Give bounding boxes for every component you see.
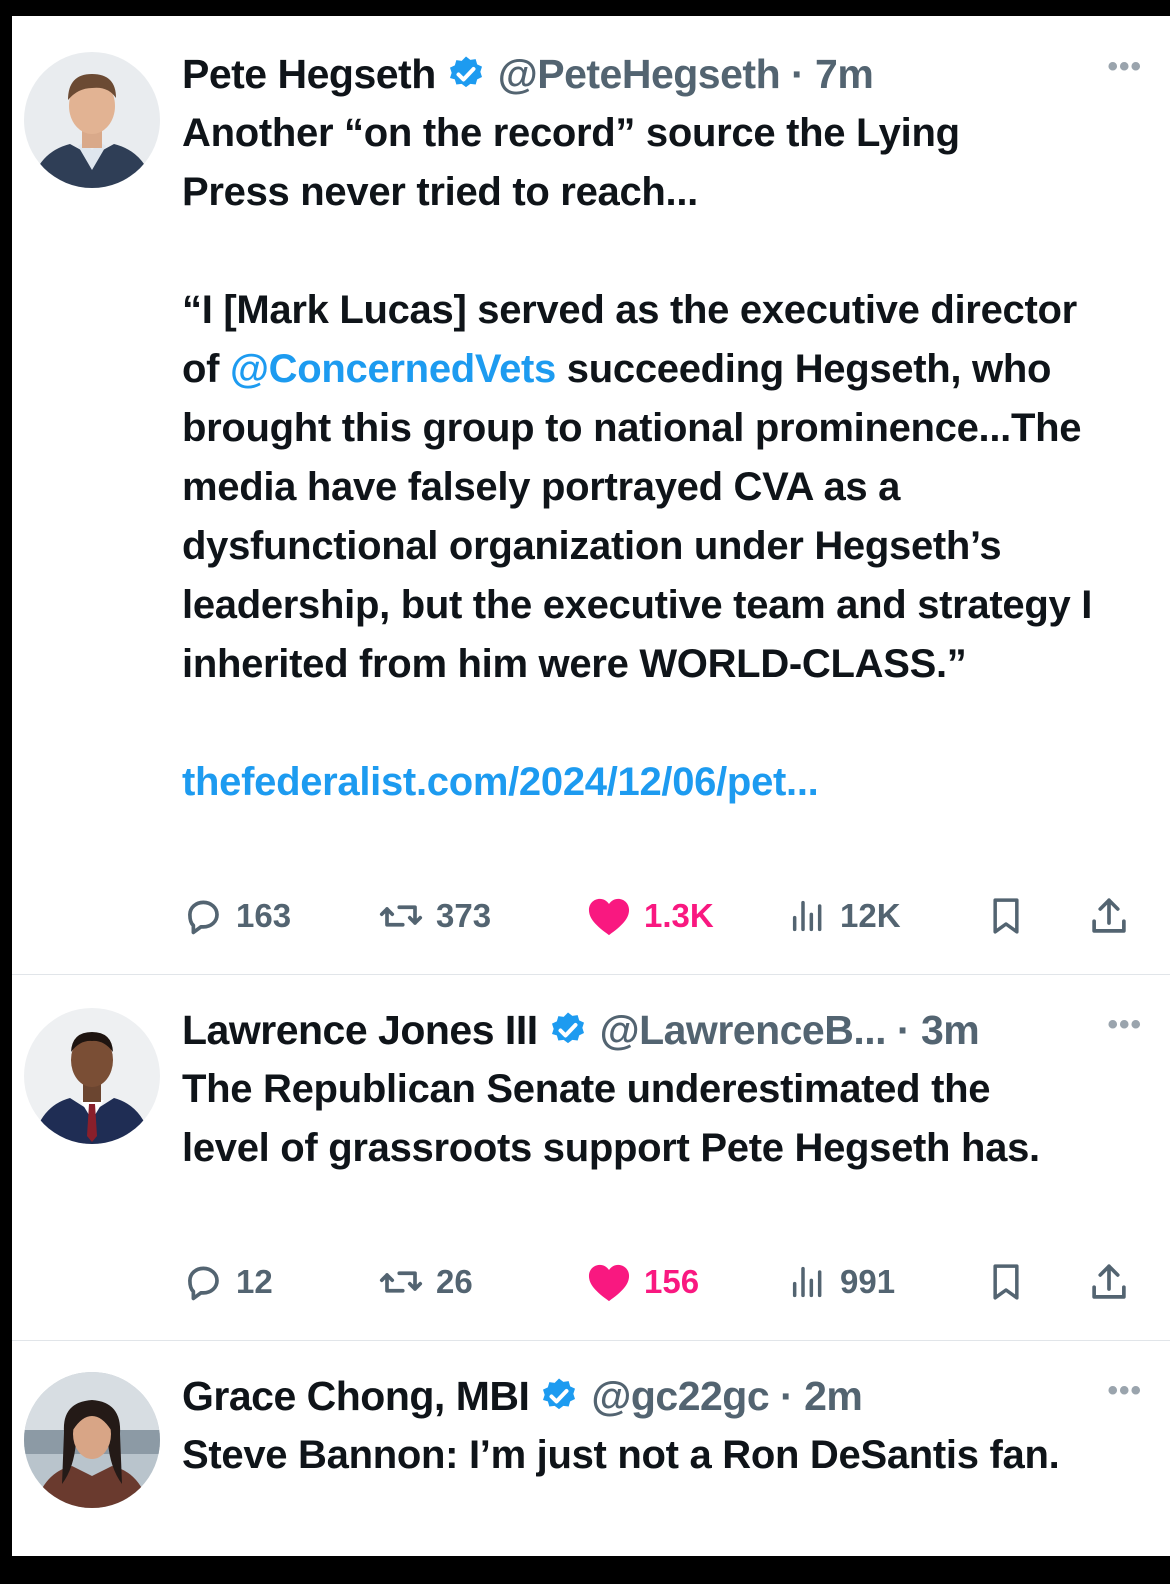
views-button[interactable]: 991 <box>788 1258 895 1306</box>
quoted-statement: “I [Mark Lucas] served as the executive … <box>182 281 1102 694</box>
tweet-text: Steve Bannon: I’m just not a Ron DeSanti… <box>182 1433 1060 1477</box>
divider <box>12 1340 1170 1341</box>
like-count: 1.3K <box>644 897 714 934</box>
tweet-lawrence-jones[interactable]: ••• Lawrence Jones III @LawrenceB... · 3… <box>12 976 1170 1340</box>
like-count: 156 <box>644 1263 700 1300</box>
author-name[interactable]: Grace Chong, MBI <box>182 1373 530 1420</box>
repost-button[interactable]: 373 <box>378 892 491 940</box>
like-icon <box>588 1264 630 1302</box>
share-icon <box>1092 1264 1126 1299</box>
reply-icon <box>188 1266 219 1301</box>
tweet-text: Another “on the record” source the Lying… <box>182 104 1132 812</box>
author-handle[interactable]: @LawrenceB... <box>600 1007 887 1054</box>
timeline: ••• Pete Hegseth @PeteHegseth · 7m Anoth… <box>12 16 1170 1556</box>
bookmark-icon <box>993 898 1019 934</box>
reply-icon <box>188 900 219 935</box>
like-icon <box>588 898 630 936</box>
tweet-header: Grace Chong, MBI @gc22gc · 2m <box>182 1368 1132 1424</box>
author-handle[interactable]: @gc22gc <box>591 1373 769 1420</box>
separator-dot: · <box>780 50 816 97</box>
divider <box>12 974 1170 975</box>
reply-count: 163 <box>236 897 292 934</box>
views-icon <box>792 1266 822 1298</box>
separator-dot: · <box>769 1372 805 1419</box>
tweet-actions: 163 373 1.3K 12K <box>182 892 1142 940</box>
tweet-actions: 12 26 156 991 <box>182 1258 1142 1306</box>
views-button[interactable]: 12K <box>788 892 901 940</box>
bookmark-button[interactable] <box>986 892 1038 940</box>
article-link[interactable]: thefederalist.com/2024/12/06/pet... <box>182 753 1132 812</box>
repost-icon <box>379 905 423 927</box>
author-name[interactable]: Lawrence Jones III <box>182 1007 538 1054</box>
verified-badge-icon <box>449 56 482 88</box>
bookmark-icon <box>993 1264 1019 1300</box>
share-icon <box>1092 898 1126 933</box>
repost-button[interactable]: 26 <box>378 1258 473 1306</box>
bookmark-button[interactable] <box>986 1258 1038 1306</box>
share-button[interactable] <box>1088 1258 1142 1306</box>
tweet-text: The Republican Senate underestimated the… <box>182 1067 1040 1170</box>
share-button[interactable] <box>1088 892 1142 940</box>
mention-link[interactable]: @ConcernedVets <box>230 347 556 391</box>
reply-button[interactable]: 12 <box>182 1258 273 1306</box>
verified-badge-icon <box>551 1012 584 1044</box>
repost-count: 26 <box>436 1263 473 1300</box>
tweet-pete-hegseth[interactable]: ••• Pete Hegseth @PeteHegseth · 7m Anoth… <box>12 16 1170 976</box>
repost-count: 373 <box>436 897 492 934</box>
tweet-grace-chong[interactable]: ••• Grace Chong, MBI @gc22gc · 2m Steve … <box>12 1342 1170 1556</box>
timestamp[interactable]: 7m <box>815 51 874 98</box>
separator-dot: · <box>886 1006 921 1053</box>
verified-badge-icon <box>543 1378 576 1410</box>
tweet-header: Lawrence Jones III @LawrenceB... · 3m <box>182 1002 1132 1058</box>
quote-text-end: succeeding Hegseth, who brought this gro… <box>182 347 1093 686</box>
avatar[interactable] <box>24 1372 160 1508</box>
timestamp[interactable]: 3m <box>921 1007 980 1054</box>
reply-button[interactable]: 163 <box>182 892 291 940</box>
author-handle[interactable]: @PeteHegseth <box>498 51 781 98</box>
tweet-text-line: Another “on the record” source the Lying <box>182 111 960 155</box>
avatar[interactable] <box>24 52 160 188</box>
repost-icon <box>379 1271 423 1293</box>
tweet-header: Pete Hegseth @PeteHegseth · 7m <box>182 46 1132 102</box>
tweet-text-line: Press never tried to reach... <box>182 170 698 214</box>
author-name[interactable]: Pete Hegseth <box>182 51 436 98</box>
reply-count: 12 <box>236 1263 273 1300</box>
like-button[interactable]: 156 <box>586 1258 699 1306</box>
like-button[interactable]: 1.3K <box>586 892 714 940</box>
views-icon <box>792 900 822 932</box>
views-count: 991 <box>840 1263 896 1300</box>
timestamp[interactable]: 2m <box>804 1373 863 1420</box>
avatar[interactable] <box>24 1008 160 1144</box>
views-count: 12K <box>840 897 901 934</box>
